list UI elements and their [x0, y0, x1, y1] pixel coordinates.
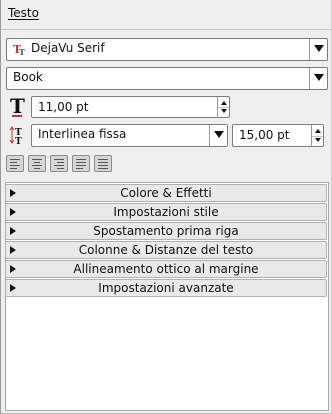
- text-properties-panel: Testo T T DejaVu Serif Book T 11,00 pt T…: [0, 0, 332, 414]
- font-size-spinbox[interactable]: 11,00 pt: [31, 96, 230, 118]
- section-label: Colonne & Distanze del testo: [78, 243, 254, 257]
- font-style-dropdown-button[interactable]: [309, 68, 327, 89]
- stepper-up-icon[interactable]: [221, 101, 227, 105]
- font-family-combobox[interactable]: T T DejaVu Serif: [6, 38, 328, 61]
- section-label: Colore & Effetti: [120, 186, 212, 200]
- truetype-font-icon: T T: [13, 42, 27, 57]
- stepper-down-icon[interactable]: [315, 138, 321, 142]
- svg-text:T: T: [15, 137, 22, 146]
- font-family-value: DejaVu Serif: [31, 41, 105, 55]
- align-right-button[interactable]: [50, 155, 68, 172]
- chevron-down-icon: [314, 74, 324, 81]
- chevron-down-icon: [314, 45, 324, 52]
- section-allineamento-ottico[interactable]: Allineamento ottico al margine: [5, 260, 327, 278]
- line-spacing-mode-value: Interlinea fissa: [38, 127, 127, 141]
- section-colonne-distanze[interactable]: Colonne & Distanze del testo: [5, 241, 327, 259]
- font-style-value: Book: [13, 70, 43, 84]
- svg-text:T: T: [19, 47, 25, 56]
- font-size-value: 11,00 pt: [38, 100, 89, 114]
- stepper-down-icon[interactable]: [221, 109, 227, 113]
- line-spacing-icon: T T: [8, 124, 26, 147]
- section-impostazioni-stile[interactable]: Impostazioni stile: [5, 203, 327, 221]
- align-left-button[interactable]: [6, 155, 24, 172]
- align-center-button[interactable]: [28, 155, 46, 172]
- line-spacing-stepper[interactable]: [311, 125, 323, 146]
- line-spacing-mode-combobox[interactable]: Interlinea fissa: [31, 124, 228, 147]
- section-label: Allineamento ottico al margine: [73, 262, 259, 276]
- font-style-combobox[interactable]: Book: [6, 67, 328, 90]
- line-spacing-mode-dropdown-button[interactable]: [209, 125, 227, 146]
- title-divider: [1, 29, 332, 30]
- panel-title: Testo: [8, 6, 39, 20]
- chevron-down-icon: [214, 131, 224, 138]
- section-label: Spostamento prima riga: [93, 224, 239, 238]
- font-size-stepper[interactable]: [217, 97, 229, 117]
- section-label: Impostazioni stile: [113, 205, 219, 219]
- align-forced-button[interactable]: [94, 155, 112, 172]
- section-impostazioni-avanzate[interactable]: Impostazioni avanzate: [5, 279, 327, 297]
- section-label: Impostazioni avanzate: [98, 281, 234, 295]
- section-spostamento-prima-riga[interactable]: Spostamento prima riga: [5, 222, 327, 240]
- line-spacing-value: 15,00 pt: [239, 128, 290, 142]
- text-size-icon: T: [10, 94, 25, 118]
- stepper-up-icon[interactable]: [315, 129, 321, 133]
- align-justify-button[interactable]: [72, 155, 90, 172]
- font-family-dropdown-button[interactable]: [309, 39, 327, 60]
- line-spacing-spinbox[interactable]: 15,00 pt: [232, 124, 324, 147]
- section-colore-effetti[interactable]: Colore & Effetti: [5, 184, 327, 202]
